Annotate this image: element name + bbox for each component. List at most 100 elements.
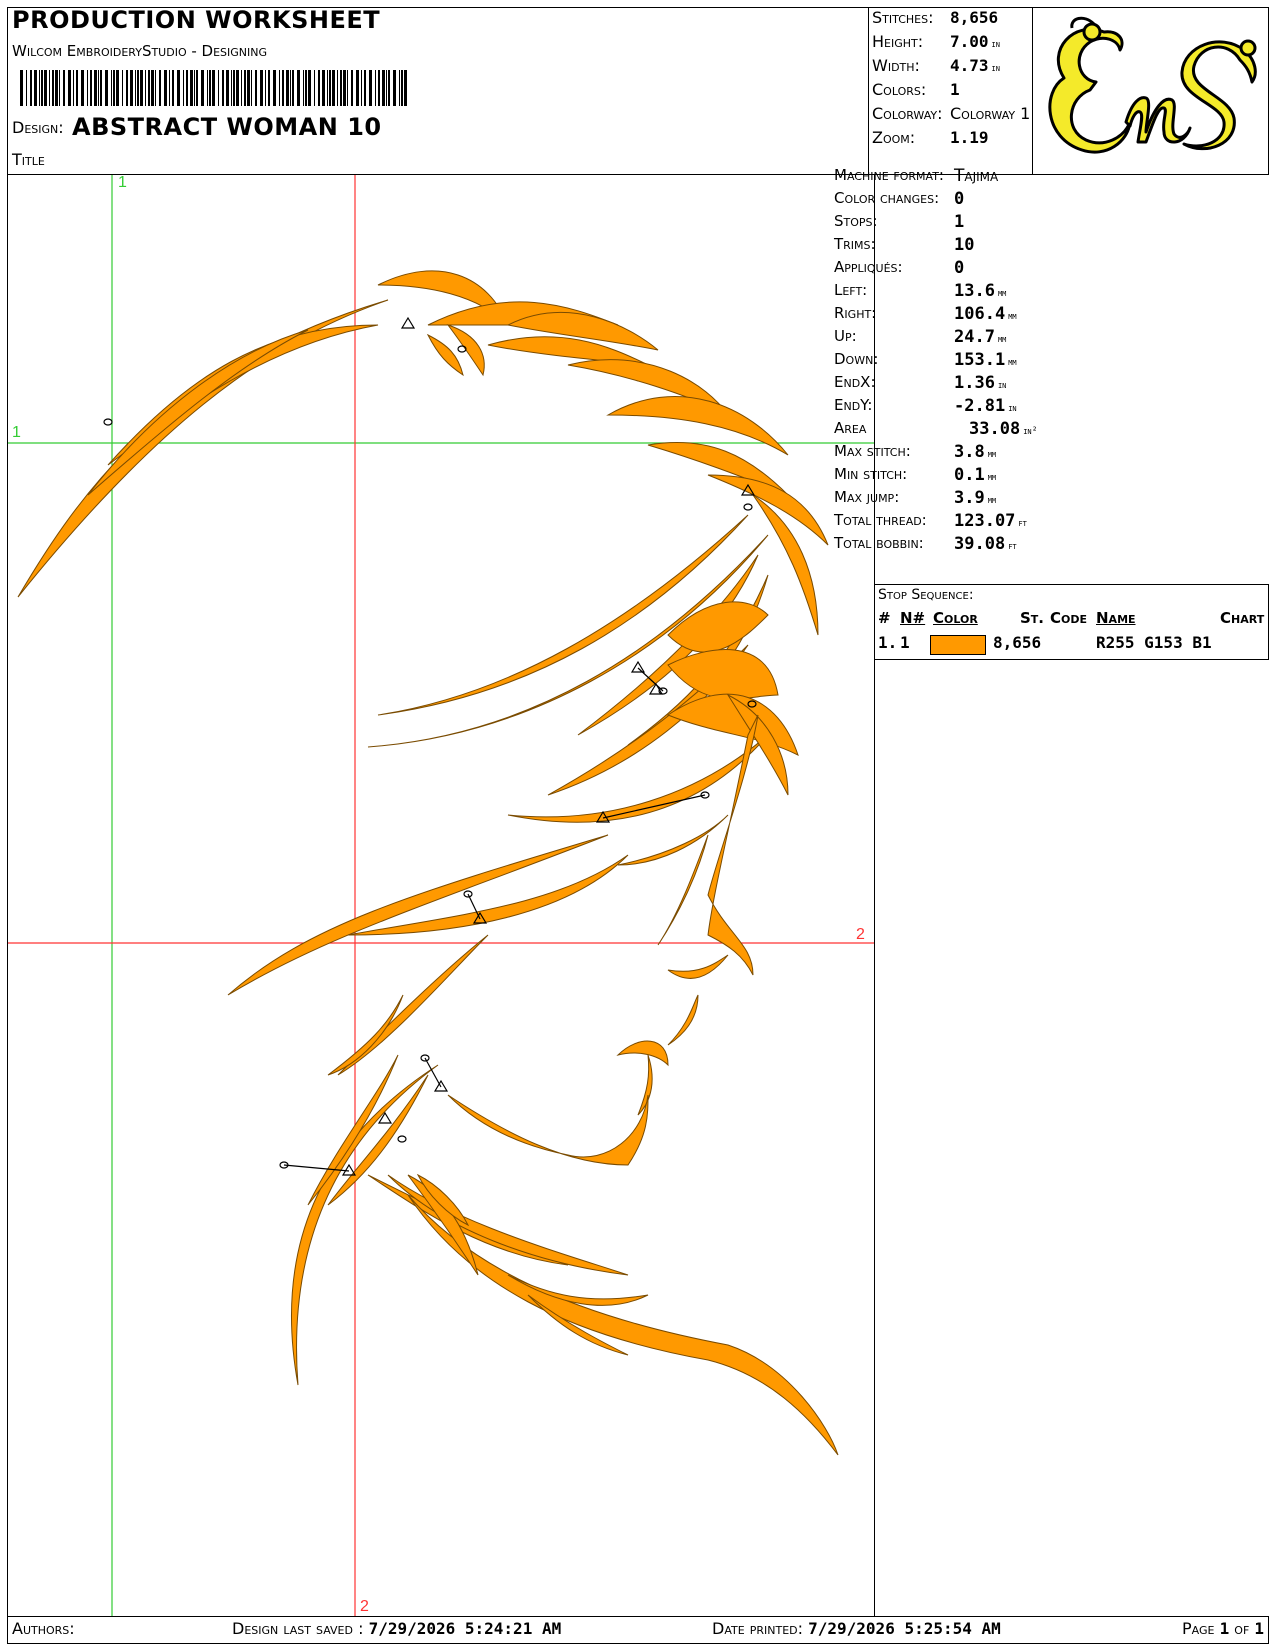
spec-value: 106.4 mm [954,304,1017,324]
barcode-bar [194,70,195,106]
barcode-bar [260,70,263,106]
barcode-bar [137,70,139,106]
spec-label: Machine format: [834,166,944,184]
barcode-bar [169,70,170,106]
barcode-bar [26,70,27,106]
spec-number: 1.36 [954,373,995,393]
spec-number: 153.1 [954,350,1006,370]
machine-specs: Machine format: Tajima Color changes: 0 St… [834,166,1254,556]
logo-letter-e [1048,27,1132,154]
spec-value: -2.81 in [954,396,1017,416]
barcode-bar [401,70,403,106]
page-title: PRODUCTION WORKSHEET [12,6,381,34]
barcode-bar [90,70,92,106]
barcode-bar [241,70,242,106]
spec-value: 3.8 mm [954,442,996,462]
stat-unit: in [991,63,1000,74]
barcode-bar [81,70,84,106]
spec-value: 33.08 in² [969,419,1038,439]
barcode-bar [382,70,385,106]
barcode-bar [361,70,362,106]
spec-unit: mm [997,288,1007,299]
guide-1-label-top: 1 [118,175,127,191]
design-stats: Stitches: 8,656 Height: 7.00 in Width: 4.73 i… [872,8,1032,168]
barcode-bar [399,70,400,106]
page-label: Page [1182,1619,1215,1638]
stat-label: Stitches: [872,8,934,27]
barcode-bar [196,70,198,106]
spec-label: Total thread: [834,511,927,529]
barcode-bar [209,70,211,106]
barcode-bar [44,70,47,106]
barcode-bar [34,70,37,106]
footer-frame [7,1616,1269,1644]
barcode-bar [100,70,102,106]
barcode-bar [378,70,380,106]
spec-value: 0.1 mm [954,465,996,485]
barcode-bar [177,70,180,106]
barcode [20,70,407,106]
stat-number: 7.00 [950,32,989,51]
spec-unit: mm [987,472,997,483]
stat-value: 7.00 in [950,32,1000,51]
barcode-bar [218,70,219,106]
barcode-bar [233,70,235,106]
stop-marker [400,316,416,329]
spec-value: 153.1 mm [954,350,1017,370]
barcode-bar [68,70,71,106]
spec-unit: in² [1023,426,1038,437]
barcode-bar [145,70,146,106]
spec-label: Left: [834,281,868,299]
stat-value: 1 [950,80,960,99]
printed-label: Date printed: [712,1619,804,1638]
barcode-bar [105,70,108,106]
stat-label: Zoom: [872,128,916,147]
stat-label: Width: [872,56,920,75]
barcode-bar [279,70,280,106]
barcode-bar [212,70,215,106]
stat-label: Colorway: [872,104,943,123]
embroidery-artwork [17,270,839,1456]
spec-number: 3.8 [954,442,985,462]
barcode-bar [155,70,156,106]
barcode-bar [111,70,112,106]
barcode-bar [130,70,133,106]
barcode-bar [135,70,136,106]
row-name: R255 G153 B1 [1096,633,1212,652]
saved-value: 7/29/2026 5:24:21 AM [368,1619,562,1638]
barcode-bar [386,70,387,106]
barcode-bar [226,70,229,106]
barcode-bar [76,70,78,106]
spec-label: EndY: [834,396,873,414]
barcode-bar [30,70,32,106]
spec-value: 0 [954,189,965,209]
spec-unit: ft [1018,518,1027,529]
barcode-bar [332,70,335,106]
color-swatch [930,635,986,655]
barcode-bar [329,70,331,106]
barcode-bar [164,70,167,106]
guide-2-label-bottom: 2 [360,1598,369,1615]
spec-unit: mm [1008,357,1017,368]
barcode-bar [388,70,390,106]
stop-sequence-row: 1. 1 8,656 R255 G153 B1 [878,633,1263,655]
design-canvas[interactable]: 1 1 2 2 [8,175,874,1616]
logo-letter-n [1124,96,1192,144]
spec-label: Appliqués: [834,258,903,276]
barcode-bar [63,70,65,106]
barcode-bar [59,70,60,106]
barcode-bar [247,70,250,106]
stat-value: 4.73 in [950,56,1000,75]
spec-value: 1.36 in [954,373,1006,393]
barcode-bar [183,70,184,106]
spec-number: -2.81 [954,396,1006,416]
barcode-bar [222,70,224,106]
spec-value: 24.7 mm [954,327,1006,347]
col-st: St. [1020,609,1045,627]
spec-label: Right: [834,304,877,322]
barcode-bar [286,70,289,106]
stat-label: Height: [872,32,924,51]
logo-letter-s [1180,40,1257,151]
barcode-bar [351,70,353,106]
barcode-bar [55,70,58,106]
